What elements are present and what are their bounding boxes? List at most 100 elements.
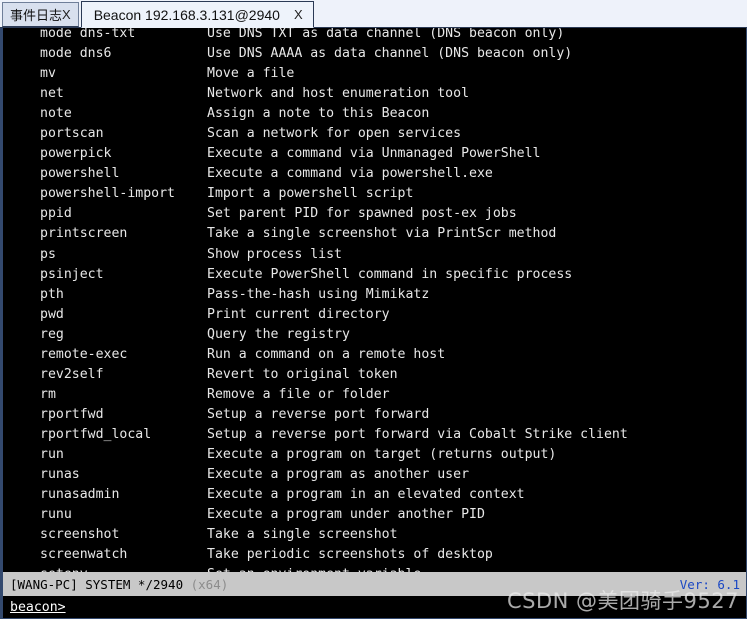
command-name: net (40, 86, 64, 102)
command-description: Import a powershell script (207, 186, 414, 202)
command-description: Execute a command via Unmanaged PowerShe… (207, 146, 541, 162)
command-description: Setup a reverse port forward (207, 406, 430, 422)
command-name: mode dns6 (40, 46, 112, 62)
terminal-line: setenvSet an environment variable (3, 565, 746, 572)
command-description: Set parent PID for spawned post-ex jobs (207, 206, 517, 222)
status-session-text: [WANG-PC] SYSTEM */2940 (10, 576, 191, 592)
command-name: reg (40, 326, 64, 342)
command-name: ps (40, 246, 56, 262)
terminal-line: runas Execute a program as another user (3, 465, 746, 485)
command-description: Set an environment variable (207, 565, 421, 572)
command-description: Pass-the-hash using Mimikatz (207, 286, 430, 302)
terminal-line: rev2self Revert to original token (3, 365, 746, 385)
terminal-line: runasadmin Execute a program in an elevat… (3, 485, 746, 505)
command-description: Move a file (207, 66, 295, 82)
command-description: Execute a program as another user (207, 467, 470, 483)
terminal-line: reg Query the registry (3, 325, 746, 345)
terminal-line: printscreen Take a single screenshot via … (3, 224, 746, 244)
terminal-line: powershell Execute a command via powershe… (3, 164, 746, 184)
command-name: rm (40, 386, 56, 402)
command-name: pwd (40, 306, 64, 322)
command-name: rportfwd (40, 406, 104, 422)
terminal-line: screenwatch Take periodic screenshots of … (3, 545, 746, 565)
command-name: psinject (40, 266, 104, 282)
tab-beacon[interactable]: Beacon 192.168.3.131@2940 X (80, 1, 314, 28)
command-name: screenshot (40, 527, 120, 543)
command-description: Take a single screenshot via PrintScr me… (207, 226, 557, 242)
command-description: Take periodic screenshots of desktop (207, 547, 493, 563)
terminal-line: ps Show process list (3, 245, 746, 265)
tab-bar: 事件日志 X Beacon 192.168.3.131@2940 X (0, 0, 747, 28)
command-name: powerpick (40, 146, 112, 162)
status-session-info: [WANG-PC] SYSTEM */2940 (x64) (10, 577, 228, 592)
terminal-line: rportfwd_local Setup a reverse port forwa… (3, 425, 746, 445)
tab-beacon-close-icon[interactable]: X (294, 7, 303, 22)
command-description: Execute a program under another PID (207, 507, 485, 523)
command-name: portscan (40, 126, 104, 142)
terminal-line: run Execute a program on target (returns … (3, 445, 746, 465)
command-name: printscreen (40, 226, 128, 242)
command-name: remote-exec (40, 346, 128, 362)
command-description: Assign a note to this Beacon (207, 106, 430, 122)
command-description: Execute PowerShell command in specific p… (207, 266, 573, 282)
command-name: powershell (40, 166, 120, 182)
terminal-line: pth Pass-the-hash using Mimikatz (3, 285, 746, 305)
command-name: run (40, 446, 64, 462)
terminal-line: mv Move a file (3, 64, 746, 84)
tab-event-log-close-icon[interactable]: X (62, 7, 71, 22)
status-arch: (x64) (190, 576, 229, 592)
command-description: Execute a program on target (returns out… (207, 446, 557, 462)
terminal-line: psinject Execute PowerShell command in sp… (3, 265, 746, 285)
status-bar: [WANG-PC] SYSTEM */2940 (x64) Ver: 6.1 (0, 572, 747, 596)
app-window: 事件日志 X Beacon 192.168.3.131@2940 X mode d… (0, 0, 747, 619)
command-name: rev2self (40, 366, 104, 382)
command-description: Print current directory (207, 306, 390, 322)
command-name: runu (40, 507, 72, 523)
command-prompt-row[interactable]: beacon> (0, 596, 747, 619)
command-name: note (40, 106, 72, 122)
command-name: runasadmin (40, 487, 120, 503)
terminal-line: mode dns-txt Use DNS TXT as data channel … (3, 28, 746, 44)
command-description: Run a command on a remote host (207, 346, 446, 362)
command-description: Revert to original token (207, 366, 398, 382)
terminal-line: ppid Set parent PID for spawned post-ex j… (3, 204, 746, 224)
terminal-line: remote-exec Run a command on a remote hos… (3, 345, 746, 365)
terminal-line: pwd Print current directory (3, 305, 746, 325)
command-description: Execute a command via powershell.exe (207, 166, 493, 182)
command-description: Query the registry (207, 326, 350, 342)
terminal-line: screenshot Take a single screenshot (3, 525, 746, 545)
tab-event-log[interactable]: 事件日志 X (2, 2, 79, 27)
prompt-label: beacon> (10, 599, 66, 615)
command-description: Use DNS AAAA as data channel (DNS beacon… (207, 46, 573, 62)
terminal-line: powershell-import Import a powershell scr… (3, 184, 746, 204)
command-description: Show process list (207, 246, 342, 262)
command-description: Network and host enumeration tool (207, 86, 470, 102)
command-name: powershell-import (40, 186, 175, 202)
terminal-line: rm Remove a file or folder (3, 385, 746, 405)
terminal-line: note Assign a note to this Beacon (3, 104, 746, 124)
terminal-line: mode dns6 Use DNS AAAA as data channel (D… (3, 44, 746, 64)
terminal-scroll-content: mode dns-txt Use DNS TXT as data channel … (3, 28, 746, 572)
command-description: Setup a reverse port forward via Cobalt … (207, 426, 628, 442)
command-name: mv (40, 66, 56, 82)
command-description: Remove a file or folder (207, 386, 390, 402)
tab-event-log-label: 事件日志 (10, 9, 63, 24)
status-version: Ver: 6.1 (679, 576, 740, 592)
terminal-line: rportfwd Setup a reverse port forward (3, 405, 746, 425)
terminal-line: net Network and host enumeration tool (3, 84, 746, 104)
tab-beacon-label: Beacon 192.168.3.131@2940 (93, 6, 280, 23)
terminal-line: runu Execute a program under another PID (3, 505, 746, 525)
terminal-output-panel[interactable]: mode dns-txt Use DNS TXT as data channel … (0, 28, 747, 572)
terminal-line: portscan Scan a network for open services (3, 124, 746, 144)
command-description: Take a single screenshot (207, 527, 398, 543)
command-name: runas (40, 467, 80, 483)
command-input[interactable] (65, 599, 746, 615)
command-description: Execute a program in an elevated context (207, 487, 525, 503)
command-description: Use DNS TXT as data channel (DNS beacon … (207, 28, 565, 41)
command-name: ppid (40, 206, 72, 222)
command-name: setenv (3, 565, 207, 572)
terminal-line: powerpick Execute a command via Unmanaged… (3, 144, 746, 164)
command-name: screenwatch (40, 547, 128, 563)
command-name: rportfwd_local (40, 426, 152, 442)
command-name: pth (40, 286, 64, 302)
